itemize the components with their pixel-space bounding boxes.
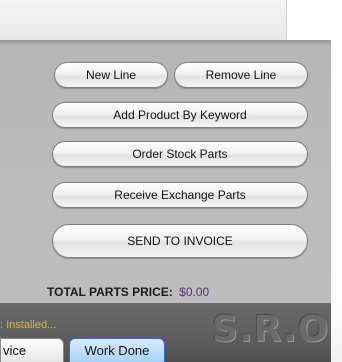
top-content-area [0, 0, 300, 44]
panel-shadow [0, 40, 331, 46]
tab-work-done[interactable]: Work Done [69, 338, 165, 362]
bottom-right-corner [331, 303, 342, 362]
installed-status-text: : Installed... [0, 319, 57, 331]
order-stock-parts-button[interactable]: Order Stock Parts [52, 141, 308, 167]
receive-exchange-parts-button[interactable]: Receive Exchange Parts [52, 182, 308, 208]
total-parts-price-label: TOTAL PARTS PRICE: [47, 285, 173, 299]
send-to-invoice-button[interactable]: SEND TO INVOICE [52, 224, 308, 258]
new-line-button[interactable]: New Line [54, 62, 168, 88]
sro-logo: S.R.O [212, 309, 330, 350]
scrollbar-track[interactable] [286, 0, 301, 44]
remove-line-button[interactable]: Remove Line [174, 62, 308, 88]
tab-service[interactable]: vice [0, 338, 64, 362]
add-product-by-keyword-button[interactable]: Add Product By Keyword [52, 102, 308, 128]
total-parts-price-value: $0.00 [179, 285, 210, 299]
total-parts-price: TOTAL PARTS PRICE: $0.00 [47, 285, 209, 299]
